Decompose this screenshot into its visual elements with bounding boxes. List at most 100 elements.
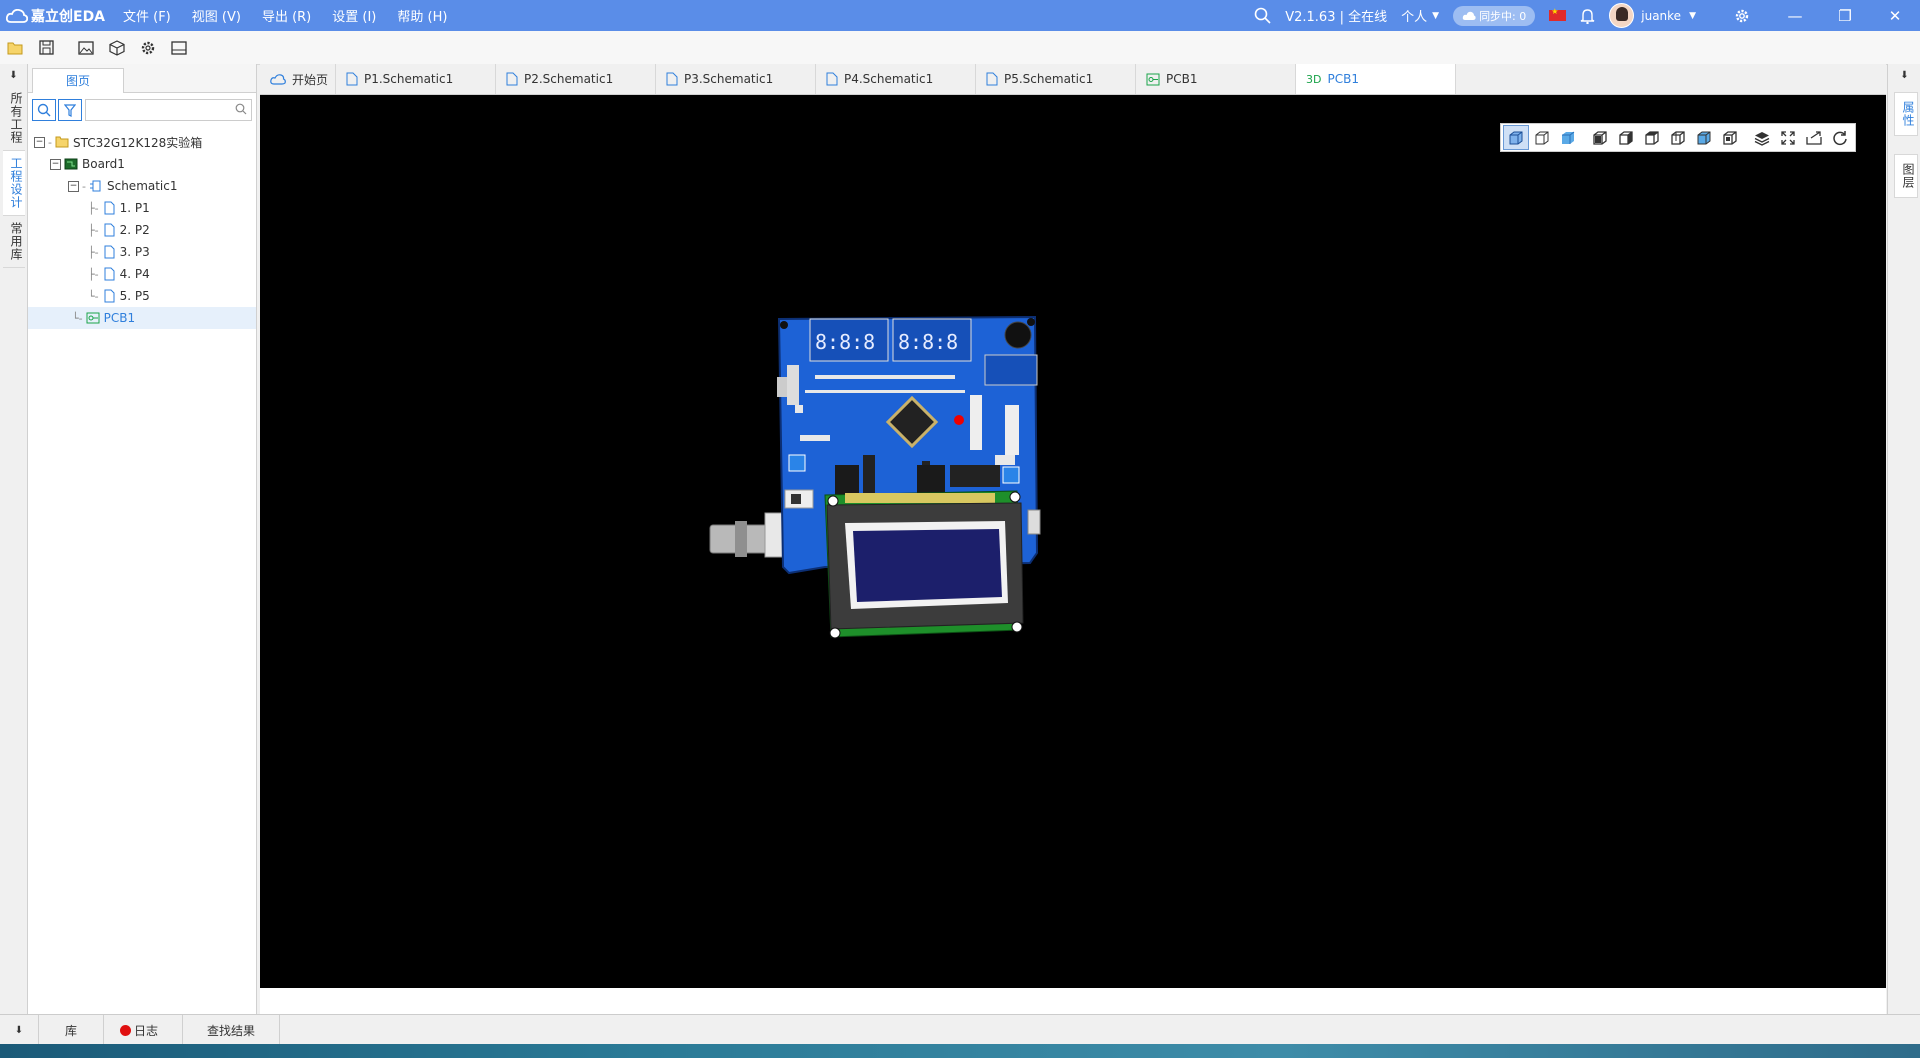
sync-status[interactable]: 同步中: 0 [1453,5,1536,26]
tree-item-page[interactable]: └- 5. P5 [28,285,256,307]
3d-viewport[interactable]: 8:8:8 8:8:8 [260,95,1886,988]
page-icon [104,201,115,215]
search-icon [1254,7,1271,24]
collapse-toggle[interactable]: − [68,180,79,192]
board-name: Board1 [82,157,125,171]
tab-project-design[interactable]: 工程设计 [3,151,25,216]
page-icon [826,72,838,86]
tab-p2-schematic[interactable]: P2.Schematic1 [496,64,656,94]
project-tree: − - STC32G12K128实验箱 − Board1 − - Schemat… [28,127,256,329]
search-icon [235,103,247,115]
os-taskbar [0,1044,1920,1058]
tab-start-page[interactable]: 开始页 [260,64,336,94]
layers-icon [1754,131,1770,146]
tab-layers[interactable]: 图层 [1894,154,1918,198]
menu-help[interactable]: 帮助 (H) [396,6,448,25]
settings-button[interactable] [1734,8,1750,24]
view-toolbar [1500,123,1856,152]
tab-p3-schematic[interactable]: P3.Schematic1 [656,64,816,94]
minimize-button[interactable]: — [1770,7,1820,25]
tab-label: 库 [65,1023,78,1038]
search-button[interactable] [1254,7,1271,24]
view-solid-button[interactable] [1503,125,1529,150]
user-menu[interactable]: juanke ▼ [1609,3,1696,28]
tab-all-projects[interactable]: 所有工程 [3,86,25,151]
settings-tool-button[interactable] [138,38,158,58]
schematic-name: Schematic1 [106,179,178,193]
search-input[interactable] [85,99,252,121]
view-right-button[interactable] [1717,125,1743,150]
tab-properties[interactable]: 属性 [1894,92,1918,136]
view-left-button[interactable] [1691,125,1717,150]
sync-label: 同步中: 0 [1479,9,1527,23]
collapse-toggle[interactable]: − [34,136,45,148]
menu-view[interactable]: 视图 (V) [191,6,242,25]
main-toolbar [0,31,1920,65]
language-button[interactable] [1549,7,1567,21]
svg-text:8:8:8: 8:8:8 [815,330,875,354]
menu-export[interactable]: 导出 (R) [261,6,312,25]
menu-file[interactable]: 文件 (F) [122,6,172,25]
refresh-button[interactable] [1827,125,1853,150]
pin-icon[interactable]: ⬇ [1888,64,1920,86]
tab-pages[interactable]: 图页 [32,68,124,93]
search-button[interactable] [32,99,56,121]
open-folder-button[interactable] [5,38,25,58]
tab-p1-schematic[interactable]: P1.Schematic1 [336,64,496,94]
page-icon [104,223,115,237]
view-wireframe-button[interactable] [1529,125,1555,150]
layers-button[interactable] [1749,125,1775,150]
tab-label: 开始页 [292,72,329,87]
notification-button[interactable] [1580,8,1595,24]
panel-toggle-button[interactable] [169,38,189,58]
tab-search-results[interactable]: 查找结果 [183,1015,281,1045]
close-window-button[interactable]: ✕ [1870,7,1920,25]
export-image-button[interactable] [76,38,96,58]
tree-item-page[interactable]: ├- 3. P3 [28,241,256,263]
tree-item-page[interactable]: ├- 1. P1 [28,197,256,219]
tab-log[interactable]: 日志 [104,1015,184,1045]
tab-p5-schematic[interactable]: P5.Schematic1 [976,64,1136,94]
restore-button[interactable]: ❐ [1820,7,1870,25]
menu-settings[interactable]: 设置 (I) [331,6,377,25]
view-bottom-button[interactable] [1613,125,1639,150]
filter-button[interactable] [58,99,82,121]
export-view-button[interactable] [1801,125,1827,150]
collapse-toggle[interactable]: − [50,158,61,170]
pin-icon[interactable]: ⬇ [0,1015,39,1045]
bottom-panel-tabs: ⬇ 库 日志 查找结果 [0,1014,1920,1045]
tab-common-library[interactable]: 常用库 [3,216,25,268]
tree-item-pcb[interactable]: └- PCB1 [28,307,256,329]
tab-label: P1.Schematic1 [364,72,454,86]
fullscreen-button[interactable] [1775,125,1801,150]
tree-item-board[interactable]: − Board1 [28,153,256,175]
save-button[interactable] [36,38,56,58]
page-icon [104,267,115,281]
tree-item-page[interactable]: ├- 2. P2 [28,219,256,241]
workspace-dropdown[interactable]: 个人 ▼ [1401,6,1439,25]
left-panel-tabs: 图页 [28,64,256,93]
view-back-button[interactable] [1665,125,1691,150]
view-transparent-button[interactable] [1555,125,1581,150]
view-top-button[interactable] [1587,125,1613,150]
tab-p4-schematic[interactable]: P4.Schematic1 [816,64,976,94]
pcb-icon [86,312,100,324]
package-icon [109,39,125,56]
canvas-bottom-strip [260,988,1886,1014]
tab-label: P5.Schematic1 [1004,72,1094,86]
main-menu: 文件 (F) 视图 (V) 导出 (R) 设置 (I) 帮助 (H) [122,6,467,25]
tree-item-project[interactable]: − - STC32G12K128实验箱 [28,131,256,153]
right-vertical-strip: ⬇ 属性 图层 [1887,64,1920,1014]
tree-item-page[interactable]: ├- 4. P4 [28,263,256,285]
chevron-down-icon: ▼ [1689,10,1696,21]
tab-3d-pcb1[interactable]: 3D PCB1 [1296,64,1456,94]
package-button[interactable] [107,38,127,58]
tree-item-schematic[interactable]: − - Schematic1 [28,175,256,197]
tab-library[interactable]: 库 [39,1015,105,1045]
folder-icon [55,136,69,148]
view-front-button[interactable] [1639,125,1665,150]
tab-pcb1[interactable]: PCB1 [1136,64,1296,94]
search-bar [28,93,256,127]
pin-icon[interactable]: ⬇ [0,64,27,86]
pcb-icon [1146,73,1160,85]
